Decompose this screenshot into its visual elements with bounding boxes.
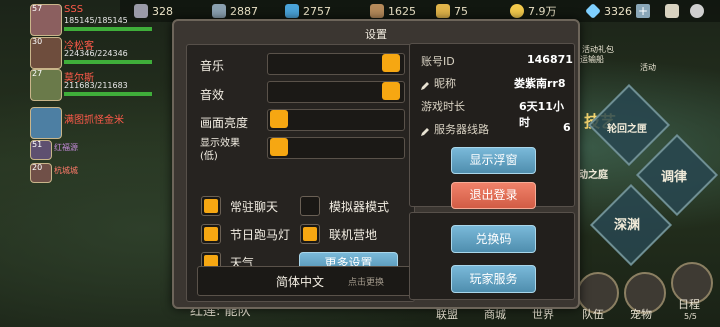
crystal-icon: [285, 4, 299, 18]
nav-pet[interactable]: 宠物: [630, 306, 652, 322]
service-panel: 兑换码 玩家服务: [409, 212, 575, 300]
member-name: 满图抓怪金米: [64, 115, 124, 126]
resource-iron: 2887: [212, 3, 258, 19]
member-hp: 185145/185145: [64, 16, 128, 25]
ferry-label[interactable]: 运输船: [580, 54, 604, 65]
iron-icon: [212, 4, 226, 18]
brightness-label: 画面亮度: [200, 116, 249, 130]
add-diamond-button[interactable]: +: [636, 4, 650, 18]
display-quality-label: 显示效果: [200, 138, 240, 149]
redeem-code-button[interactable]: 兑换码: [451, 225, 536, 253]
team-member[interactable]: 27 莫尔斯 211683/211683: [30, 69, 152, 101]
settings-panel: 音乐 音效 画面亮度 显示效果 (低) 常驻聊天 模拟器模式 节日跑马灯 联机营…: [186, 44, 415, 302]
mail-icon: [665, 4, 679, 18]
account-id-value: 146871: [527, 53, 573, 66]
wood-icon: [370, 4, 384, 18]
logout-button[interactable]: 退出登录: [451, 182, 536, 209]
settings-dialog: 设置 音乐 音效 画面亮度 显示效果 (低) 常驻聊天 模拟器模式 节日跑马灯 …: [172, 19, 580, 309]
emulator-checkbox[interactable]: [300, 196, 320, 216]
member-hp: 211683/211683: [64, 81, 128, 90]
chat-checkbox-label: 常驻聊天: [230, 200, 279, 214]
hp-bar: [64, 92, 152, 96]
play-time-label: 游戏时长: [421, 100, 465, 113]
account-panel: 账号ID 146871 昵称 娄紫南rr8 游戏时长 6天11小时 服务器线路 …: [409, 43, 575, 209]
yard-label[interactable]: 动之庭: [578, 166, 608, 181]
resource-gold: 7.9万: [510, 3, 557, 19]
member-name: 杭城城: [54, 166, 78, 175]
resource-crystal: 2757: [285, 3, 331, 19]
dialog-title: 设置: [365, 28, 387, 41]
show-float-window-button[interactable]: 显示浮窗: [451, 147, 536, 174]
mail-button[interactable]: [665, 3, 679, 19]
wheat-icon: [436, 4, 450, 18]
display-quality-slider-handle[interactable]: [270, 138, 288, 156]
nav-schedule[interactable]: 日程: [678, 296, 700, 312]
chat-checkbox[interactable]: [201, 196, 221, 216]
team-member[interactable]: 51 红福源: [30, 140, 140, 160]
music-slider-handle[interactable]: [382, 54, 400, 72]
harmony-label: 调律: [661, 170, 688, 185]
settings-button[interactable]: [690, 3, 704, 19]
avatar: [30, 107, 62, 139]
language-selector[interactable]: 简体中文 点击更换: [197, 266, 413, 296]
server-line-value: 6: [563, 121, 571, 134]
team-member[interactable]: 20 杭城城: [30, 163, 140, 183]
account-id-label: 账号ID: [421, 55, 455, 68]
resource-wood: 1625: [370, 3, 416, 19]
resource-wheat: 75: [436, 3, 468, 19]
language-value: 简体中文: [276, 275, 325, 289]
gear-icon: [690, 4, 704, 18]
nickname-value: 娄紫南rr8: [514, 77, 566, 90]
language-change-hint[interactable]: 点击更换: [348, 275, 384, 288]
music-slider[interactable]: [267, 53, 405, 75]
team-member[interactable]: 57 SSS 185145/185145: [30, 4, 152, 36]
emulator-checkbox-label: 模拟器模式: [329, 200, 390, 214]
player-service-button[interactable]: 玩家服务: [451, 265, 536, 293]
sound-slider[interactable]: [267, 81, 405, 103]
marquee-checkbox[interactable]: [201, 224, 221, 244]
sound-label: 音效: [200, 88, 225, 102]
edit-nickname-icon[interactable]: [420, 76, 430, 90]
team-member[interactable]: 30 冷松客 224346/224346: [30, 37, 152, 69]
diamond-icon: [585, 3, 601, 19]
brightness-slider-handle[interactable]: [270, 110, 288, 128]
brightness-slider[interactable]: [267, 109, 405, 131]
camp-checkbox-label: 联机营地: [329, 228, 378, 242]
member-name: 红福源: [54, 143, 78, 152]
nav-team[interactable]: 队伍: [582, 306, 604, 322]
member-name: SSS: [64, 4, 84, 15]
sound-slider-handle[interactable]: [382, 82, 400, 100]
camp-checkbox[interactable]: [300, 224, 320, 244]
nav-page-indicator: 5/5: [684, 312, 697, 321]
resource-diamond: 3326 +: [585, 3, 650, 19]
server-line-label: 服务器线路: [434, 123, 489, 136]
gold-coin-icon: [510, 4, 524, 18]
abyss-label: 深渊: [614, 218, 641, 233]
reincarnation-label: 轮回之匣: [607, 124, 647, 135]
display-quality-level: (低): [200, 151, 218, 162]
hp-bar: [64, 27, 152, 31]
activity-label[interactable]: 活动: [640, 62, 656, 73]
marquee-checkbox-label: 节日跑马灯: [230, 228, 291, 242]
team-member[interactable]: 满图抓怪金米: [30, 107, 140, 139]
nickname-label: 昵称: [434, 77, 456, 90]
display-quality-slider[interactable]: [267, 137, 405, 159]
member-hp: 224346/224346: [64, 49, 128, 58]
hp-bar: [64, 60, 152, 64]
edit-server-icon[interactable]: [420, 122, 430, 136]
music-label: 音乐: [200, 59, 225, 73]
